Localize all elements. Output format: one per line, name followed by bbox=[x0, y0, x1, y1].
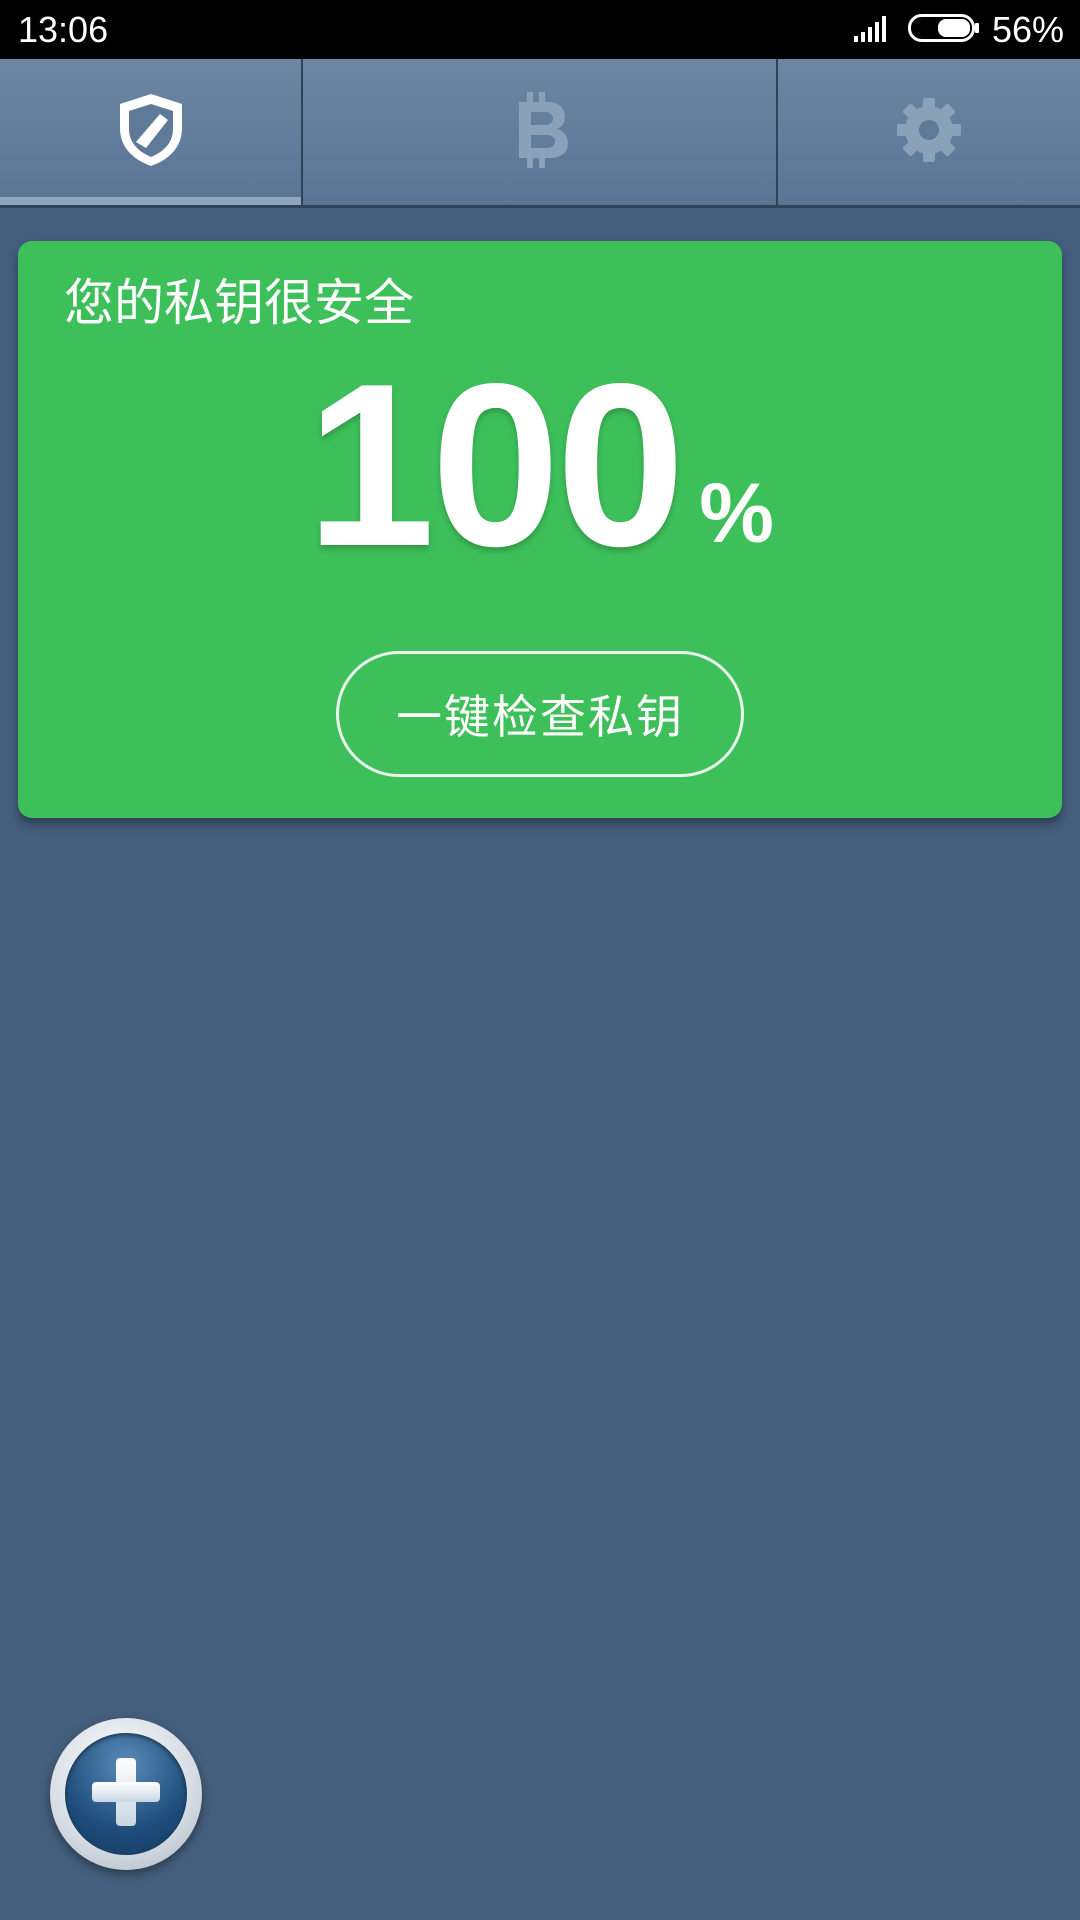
battery-icon bbox=[907, 14, 980, 46]
signal-icon bbox=[853, 14, 892, 46]
status-indicators: 56% bbox=[853, 8, 1064, 52]
gear-icon bbox=[895, 96, 963, 168]
security-status-card: 您的私钥很安全 100 % 一键检查私钥 bbox=[18, 241, 1062, 818]
score-value: 100 bbox=[306, 336, 685, 595]
check-keys-button[interactable]: 一键检查私钥 bbox=[336, 651, 744, 777]
bitcoin-icon bbox=[511, 92, 569, 172]
add-button[interactable] bbox=[50, 1718, 202, 1870]
card-title: 您的私钥很安全 bbox=[64, 274, 414, 332]
status-bar: 13:06 56% bbox=[0, 0, 1080, 59]
tab-security[interactable] bbox=[0, 59, 301, 205]
score-unit: % bbox=[699, 466, 774, 560]
status-time: 13:06 bbox=[18, 9, 109, 50]
shield-icon bbox=[116, 92, 186, 172]
selected-tab-indicator bbox=[0, 197, 301, 205]
tab-settings[interactable] bbox=[778, 59, 1080, 205]
security-score: 100 % bbox=[18, 336, 1062, 595]
tab-bar bbox=[0, 59, 1080, 208]
add-button-face bbox=[65, 1733, 187, 1855]
tab-wallet[interactable] bbox=[303, 59, 776, 205]
battery-percent: 56% bbox=[991, 9, 1064, 50]
plus-icon bbox=[86, 1752, 166, 1836]
